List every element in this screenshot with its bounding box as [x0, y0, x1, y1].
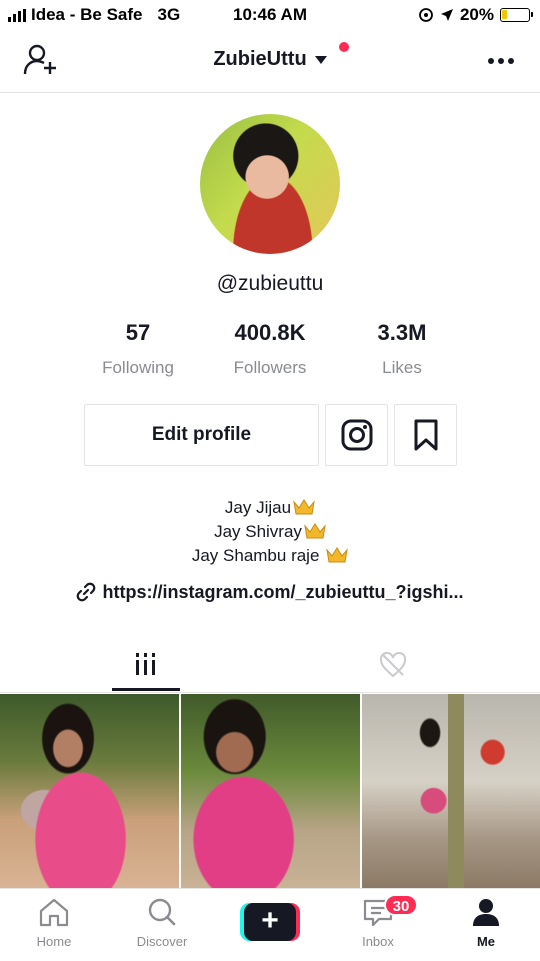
profile-link[interactable]: https://instagram.com/_zubieuttu_?igshi.…: [0, 582, 540, 603]
battery-icon: [500, 8, 533, 22]
bio-line: Jay Jijau: [0, 496, 540, 520]
nav-label: Discover: [136, 934, 188, 949]
video-thumbnail[interactable]: [181, 694, 360, 888]
active-tab-indicator: [112, 688, 180, 691]
bio-line: Jay Shivray: [0, 520, 540, 544]
screen-rotation-lock-icon: [419, 8, 433, 22]
edit-profile-button[interactable]: Edit profile: [84, 404, 319, 466]
crown-icon: [326, 547, 348, 563]
nav-me[interactable]: Me: [436, 897, 536, 949]
video-thumbnail[interactable]: [0, 694, 179, 888]
battery-percent: 20%: [459, 5, 494, 24]
profile-handle: @zubieuttu: [216, 272, 324, 295]
nav-label: Home: [36, 934, 72, 949]
crown-icon: [293, 499, 315, 515]
stat-value: 400.8K: [234, 320, 306, 345]
profile-link-text: https://instagram.com/_zubieuttu_?igshi.…: [102, 582, 464, 602]
plus-icon: +: [244, 903, 296, 941]
stat-value: 3.3M: [377, 320, 427, 345]
profile-header: ZubieUttu: [0, 30, 540, 93]
video-grid: [0, 694, 540, 888]
profile-username: ZubieUttu: [213, 48, 307, 70]
create-video-button[interactable]: +: [240, 903, 300, 941]
nav-label: Me: [476, 934, 496, 949]
grid-icon: [136, 653, 155, 675]
stat-value: 57: [125, 320, 151, 345]
location-arrow-icon: [440, 9, 453, 21]
status-bar: Idea - Be Safe 3G 10:46 AM 20%: [0, 0, 540, 30]
more-icon[interactable]: [488, 58, 514, 64]
instagram-icon: [341, 419, 372, 451]
stat-following[interactable]: 57 Following: [72, 320, 204, 378]
bottom-nav: Home Discover + Inbox 30 Me: [0, 888, 540, 961]
link-icon: [77, 582, 96, 602]
nav-discover[interactable]: Discover: [112, 897, 212, 949]
search-icon: [148, 898, 176, 926]
stat-label: Following: [102, 358, 174, 377]
avatar[interactable]: [200, 114, 340, 254]
profile-icon: [473, 899, 499, 926]
chevron-down-icon: [314, 55, 327, 64]
inbox-badge: 30: [384, 894, 418, 916]
stat-label: Followers: [233, 358, 307, 377]
home-icon: [39, 898, 69, 927]
notification-dot: [339, 42, 349, 52]
liked-icon: [379, 652, 407, 678]
status-right: 20%: [418, 5, 533, 25]
nav-label: Inbox: [362, 934, 394, 949]
instagram-button[interactable]: [325, 404, 388, 466]
stat-likes[interactable]: 3.3M Likes: [336, 320, 468, 378]
favorites-button[interactable]: [394, 404, 457, 466]
profile-tabs: [0, 640, 540, 693]
tab-liked[interactable]: [270, 640, 540, 692]
stat-label: Likes: [382, 358, 422, 377]
bookmark-icon: [414, 419, 437, 451]
crown-icon: [304, 523, 326, 539]
tab-videos[interactable]: [12, 640, 282, 692]
bio-line: Jay Shambu raje: [0, 544, 540, 568]
video-thumbnail[interactable]: [362, 694, 540, 888]
account-switcher[interactable]: ZubieUttu: [0, 48, 540, 71]
nav-home[interactable]: Home: [4, 897, 104, 949]
stat-followers[interactable]: 400.8K Followers: [204, 320, 336, 378]
profile-stats: 57 Following 400.8K Followers 3.3M Likes: [72, 320, 468, 384]
profile-bio: Jay Jijau Jay Shivray Jay Shambu raje: [0, 496, 540, 568]
